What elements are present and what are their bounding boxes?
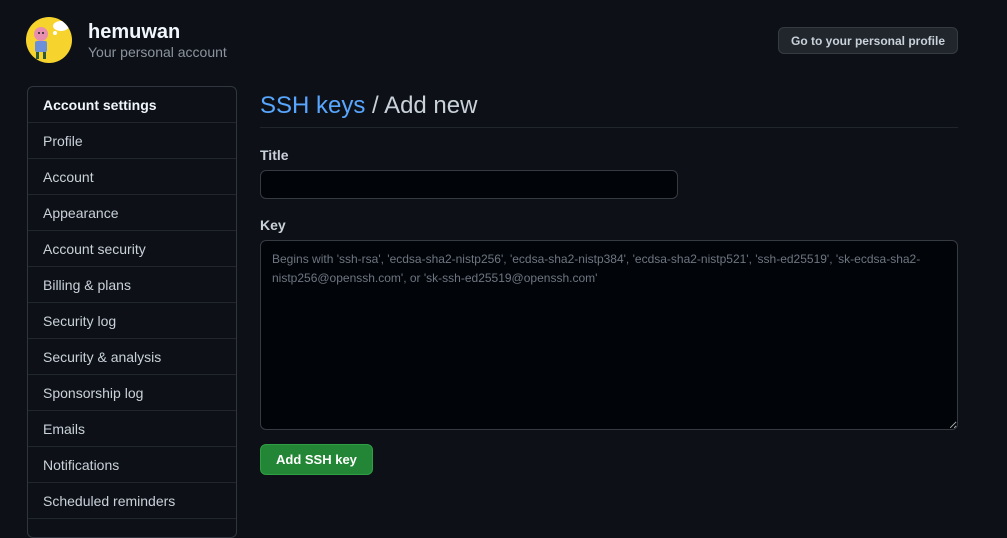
sidebar-item-profile[interactable]: Profile [28, 123, 236, 159]
go-to-profile-button[interactable]: Go to your personal profile [777, 27, 958, 54]
title-input[interactable] [260, 170, 678, 199]
avatar-illustration-icon [34, 21, 69, 59]
account-header: hemuwan Your personal account Go to your… [26, 17, 958, 63]
sidebar-item-account[interactable]: Account [28, 159, 236, 195]
sidebar-item-security-log[interactable]: Security log [28, 303, 236, 339]
user-avatar[interactable] [26, 17, 72, 63]
sidebar-item-billing[interactable]: Billing & plans [28, 267, 236, 303]
sidebar-heading: Account settings [28, 87, 236, 123]
page-title: SSH keys / Add new [260, 86, 958, 128]
breadcrumb-ssh-keys-link[interactable]: SSH keys [260, 92, 365, 119]
sidebar-item-scheduled-reminders[interactable]: Scheduled reminders [28, 483, 236, 519]
settings-sidebar: Account settings Profile Account Appeara… [27, 86, 237, 538]
account-type-label: Your personal account [88, 44, 227, 60]
sidebar-item-account-security[interactable]: Account security [28, 231, 236, 267]
breadcrumb-separator: / [365, 92, 385, 119]
sidebar-item-appearance[interactable]: Appearance [28, 195, 236, 231]
main-content: SSH keys / Add new Title Key Add SSH key [260, 86, 958, 475]
title-label: Title [260, 147, 289, 163]
add-ssh-key-button[interactable]: Add SSH key [260, 444, 373, 475]
sidebar-item-emails[interactable]: Emails [28, 411, 236, 447]
key-textarea[interactable] [260, 240, 958, 430]
sidebar-item-security-analysis[interactable]: Security & analysis [28, 339, 236, 375]
sidebar-item-sponsorship-log[interactable]: Sponsorship log [28, 375, 236, 411]
username: hemuwan [88, 21, 181, 43]
sidebar-item-notifications[interactable]: Notifications [28, 447, 236, 483]
breadcrumb-current: Add new [384, 92, 478, 119]
key-label: Key [260, 217, 286, 233]
